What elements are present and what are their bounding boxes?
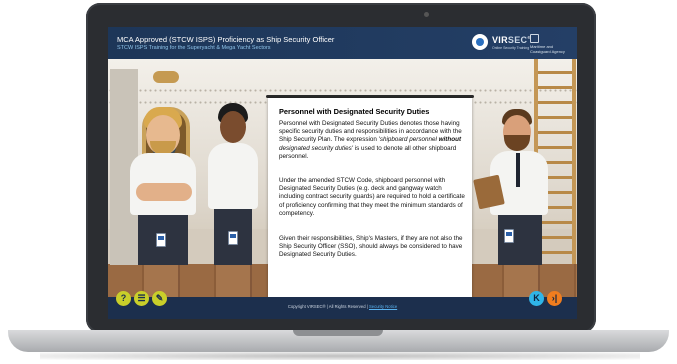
virsec-logo-icon [472,34,488,50]
course-screen: MCA Approved (STCW ISPS) Proficiency as … [108,27,577,319]
logo-vir: VIR [492,35,508,45]
ceiling-lamp [153,71,179,83]
crew-member-female [204,103,262,267]
previous-icon[interactable]: K [529,291,544,306]
content-paragraph-3: Given their responsibilities, Ship's Mas… [279,235,463,259]
p1-italic: 'shipboard personnel [378,136,439,144]
laptop-base [8,330,669,352]
course-subtitle: STCW ISPS Training for the Superyacht & … [117,45,271,51]
course-title: MCA Approved (STCW ISPS) Proficiency as … [117,35,335,44]
course-header: MCA Approved (STCW ISPS) Proficiency as … [108,27,577,59]
mca-crest-icon [530,34,539,43]
crew-member-blonde [126,107,198,267]
logo-sec: SEC [507,35,528,45]
id-badge [156,233,166,247]
logo-tagline: Online Security Training [492,46,530,50]
copyright-text: Copyright VIRSEC® | All Rights Reserved … [108,304,577,309]
laptop-notch [293,330,383,336]
p1-bold-italic: without [438,136,462,144]
virsec-logo: VIRSEC® [492,35,531,45]
id-badge [228,231,238,245]
p1-italic-2: designated security duties' [279,144,354,152]
next-icon[interactable]: ›| [547,291,562,306]
content-panel: Personnel with Designated Security Dutie… [268,98,472,310]
webcam [424,12,429,17]
ship-scene: Personnel with Designated Security Dutie… [108,59,577,310]
content-paragraph-2: Under the amended STCW Code, shipboard p… [279,177,465,217]
laptop-shadow [40,352,640,360]
content-heading: Personnel with Designated Security Dutie… [279,107,430,116]
mca-text: Maritime and Coastguard Agency [530,44,565,54]
id-badge [504,229,514,243]
crew-member-officer [473,107,554,267]
rivet-strip [108,89,577,92]
security-notice-link[interactable]: Security Notice [369,304,397,309]
copyright-label: Copyright VIRSEC® | All Rights Reserved … [287,304,368,309]
content-paragraph-1: Personnel with Designated Security Dutie… [279,120,465,161]
